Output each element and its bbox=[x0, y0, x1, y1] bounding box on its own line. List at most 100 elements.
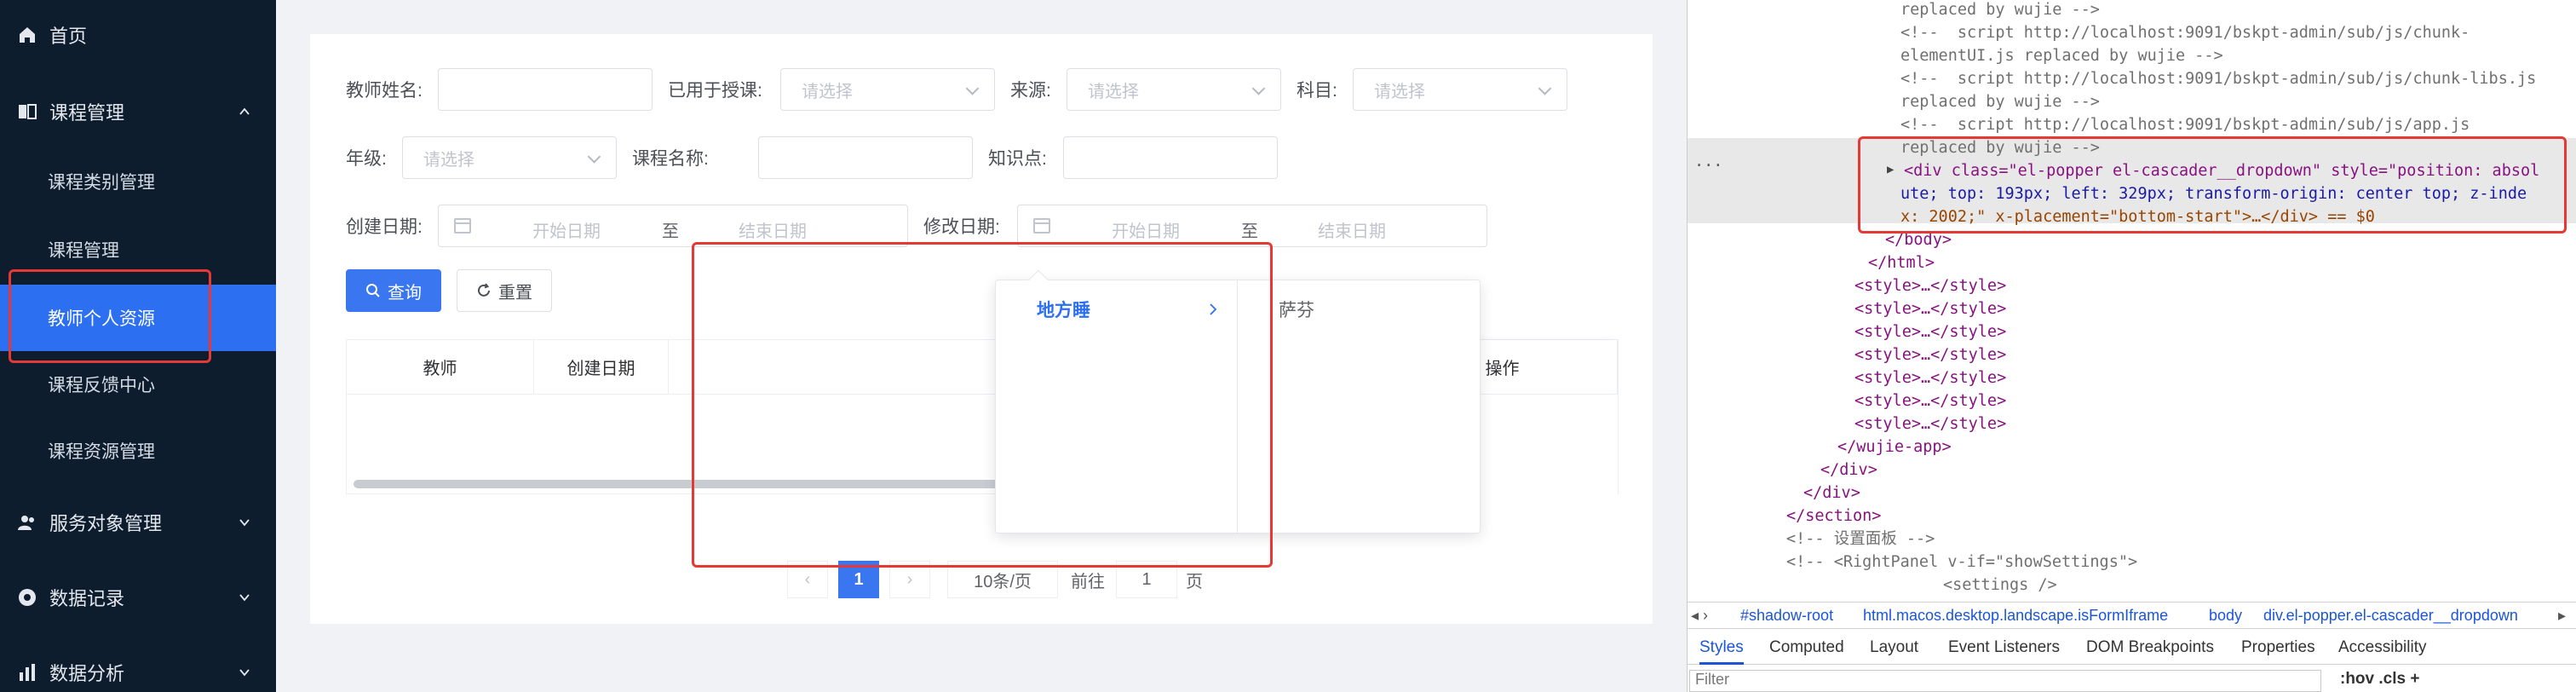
created-date-range[interactable]: 开始日期 至 结束日期 bbox=[438, 205, 908, 247]
start-date-placeholder: 开始日期 bbox=[532, 222, 601, 241]
code-line: <!-- 设置面板 --> bbox=[1786, 530, 1935, 548]
search-button-label: 查询 bbox=[388, 283, 422, 303]
tab-styles[interactable]: Styles bbox=[1699, 638, 1744, 665]
breadcrumb-item[interactable]: html.macos.desktop.landscape.isFormIfram… bbox=[1863, 607, 2168, 625]
source-label: 来源: bbox=[1010, 81, 1051, 101]
sidebar-item-data-analysis[interactable]: 数据分析 bbox=[0, 639, 276, 692]
highlight-box-sidebar bbox=[9, 269, 211, 363]
teacher-name-input[interactable] bbox=[438, 68, 653, 111]
table-header-teacher: 教师 bbox=[347, 340, 534, 395]
code-line: replaced by wujie --> bbox=[1900, 93, 2100, 111]
code-line: <!-- script http://localhost:9091/bskpt-… bbox=[1900, 70, 2537, 88]
chevron-down-icon bbox=[965, 82, 980, 95]
tab-dom-breakpoints[interactable]: DOM Breakpoints bbox=[2086, 638, 2214, 657]
sidebar-item-label: 数据记录 bbox=[49, 588, 125, 609]
code-line: <!-- <RightPanel v-if="showSettings"> bbox=[1786, 553, 2138, 571]
code-line: </div> bbox=[1803, 484, 1860, 502]
tab-properties[interactable]: Properties bbox=[2241, 638, 2315, 657]
breadcrumb-left-arrow-icon[interactable]: ◂ › bbox=[1691, 607, 1708, 625]
tab-computed[interactable]: Computed bbox=[1769, 638, 1844, 657]
highlight-box-devtools bbox=[1858, 136, 2567, 234]
cascader-option-level2[interactable]: 萨芬 bbox=[1238, 291, 1481, 328]
select-placeholder: 请选择 bbox=[423, 150, 474, 170]
subject-label: 科目: bbox=[1297, 81, 1337, 101]
record-icon bbox=[19, 589, 36, 606]
code-line: </section> bbox=[1786, 507, 1882, 525]
chevron-down-icon bbox=[239, 669, 250, 677]
code-line-style[interactable]: <style>…</style> bbox=[1854, 274, 2006, 297]
sidebar-subitem-label: 课程反馈中心 bbox=[48, 376, 155, 395]
knowledge-input[interactable] bbox=[1063, 136, 1278, 179]
sidebar-subitem-course-resources[interactable]: 课程资源管理 bbox=[0, 418, 276, 484]
sidebar-subitem-course-category[interactable]: 课程类别管理 bbox=[0, 148, 276, 215]
sidebar-item-label: 服务对象管理 bbox=[49, 513, 163, 534]
styles-filter-tools[interactable]: :hov .cls + bbox=[2340, 670, 2419, 689]
sidebar-item-course-management[interactable]: 课程管理 bbox=[0, 78, 276, 145]
subject-select[interactable]: 请选择 bbox=[1353, 68, 1567, 111]
breadcrumb-right-arrow-icon[interactable]: ▸ bbox=[2558, 607, 2566, 625]
modified-date-range[interactable]: 开始日期 至 结束日期 bbox=[1017, 205, 1487, 247]
knowledge-label: 知识点: bbox=[988, 149, 1047, 169]
code-line-style[interactable]: <style>…</style> bbox=[1854, 297, 2006, 320]
used-for-teaching-select[interactable]: 请选择 bbox=[780, 68, 995, 111]
styles-filter-input[interactable]: Filter bbox=[1689, 670, 2321, 692]
code-line: </wujie-app> bbox=[1837, 438, 1952, 456]
code-line: </html> bbox=[1868, 254, 1935, 272]
chevron-down-icon bbox=[239, 594, 250, 602]
sidebar-item-service-targets[interactable]: 服务对象管理 bbox=[0, 489, 276, 556]
code-line-style[interactable]: <style>…</style> bbox=[1854, 366, 2006, 389]
calendar-icon bbox=[1033, 218, 1050, 234]
refresh-icon bbox=[478, 283, 490, 297]
reset-button-label: 重置 bbox=[498, 283, 532, 303]
cascader-menu-level2: 萨芬 bbox=[1238, 280, 1481, 534]
breadcrumb-item[interactable]: body bbox=[2209, 607, 2242, 625]
breadcrumb-item[interactable]: #shadow-root bbox=[1740, 607, 1833, 625]
home-icon bbox=[20, 27, 35, 43]
code-line: <!-- script http://localhost:9091/bskpt-… bbox=[1900, 24, 2470, 42]
select-placeholder: 请选择 bbox=[1088, 82, 1139, 101]
sidebar-item-data-records[interactable]: 数据记录 bbox=[0, 564, 276, 631]
elements-tree: replaced by wujie --> <!-- script http:/… bbox=[1688, 0, 2576, 603]
tab-layout[interactable]: Layout bbox=[1870, 638, 1918, 657]
sidebar-item-home[interactable]: 首页 bbox=[0, 2, 276, 68]
teacher-name-label: 教师姓名: bbox=[346, 81, 423, 101]
sidebar-subitem-label: 课程类别管理 bbox=[48, 173, 155, 193]
tab-accessibility[interactable]: Accessibility bbox=[2338, 638, 2426, 657]
chevron-down-icon bbox=[239, 519, 250, 527]
users-icon bbox=[18, 516, 34, 530]
sidebar-item-label: 数据分析 bbox=[49, 663, 125, 684]
code-line: </div> bbox=[1820, 461, 1877, 479]
chevron-up-icon bbox=[239, 107, 250, 115]
code-line-style[interactable]: <style>…</style> bbox=[1854, 389, 2006, 412]
reset-button[interactable]: 重置 bbox=[457, 269, 552, 312]
code-line-style[interactable]: <style>…</style> bbox=[1854, 320, 2006, 343]
calendar-icon bbox=[454, 218, 471, 234]
select-placeholder: 请选择 bbox=[1374, 82, 1425, 101]
code-line-style[interactable]: <style>…</style> bbox=[1854, 343, 2006, 366]
course-name-input[interactable] bbox=[758, 136, 973, 179]
source-select[interactable]: 请选择 bbox=[1067, 68, 1281, 111]
search-icon bbox=[366, 284, 380, 297]
grade-select[interactable]: 请选择 bbox=[402, 136, 617, 179]
range-separator: 至 bbox=[662, 222, 679, 241]
chevron-down-icon bbox=[1538, 82, 1552, 95]
code-line: replaced by wujie --> bbox=[1900, 1, 2100, 19]
code-line-style[interactable]: <style>…</style> bbox=[1854, 412, 2006, 435]
code-line: <!-- script http://localhost:9091/bskpt-… bbox=[1900, 116, 2470, 134]
sidebar-item-label: 课程管理 bbox=[49, 102, 125, 124]
cascader-option-label: 萨芬 bbox=[1279, 301, 1314, 320]
chevron-down-icon bbox=[587, 150, 601, 164]
chevron-down-icon bbox=[1251, 82, 1266, 95]
start-date-placeholder: 开始日期 bbox=[1112, 222, 1180, 241]
table-header-created-date: 创建日期 bbox=[534, 340, 669, 395]
sidebar-subitem-label: 课程资源管理 bbox=[48, 442, 155, 462]
breadcrumb-item[interactable]: div.el-popper.el-cascader__dropdown bbox=[2263, 607, 2518, 625]
devtools-subtabs: Styles Computed Layout Event Listeners D… bbox=[1688, 631, 2576, 665]
styles-filter-bar: Filter :hov .cls + bbox=[1688, 666, 2576, 692]
used-for-teaching-label: 已用于授课: bbox=[668, 81, 762, 101]
created-date-label: 创建日期: bbox=[346, 217, 423, 237]
search-button[interactable]: 查询 bbox=[346, 269, 441, 312]
tab-event-listeners[interactable]: Event Listeners bbox=[1948, 638, 2060, 657]
code-line: <settings /> bbox=[1943, 576, 2057, 594]
node-ellipsis: ... bbox=[1694, 153, 1723, 170]
